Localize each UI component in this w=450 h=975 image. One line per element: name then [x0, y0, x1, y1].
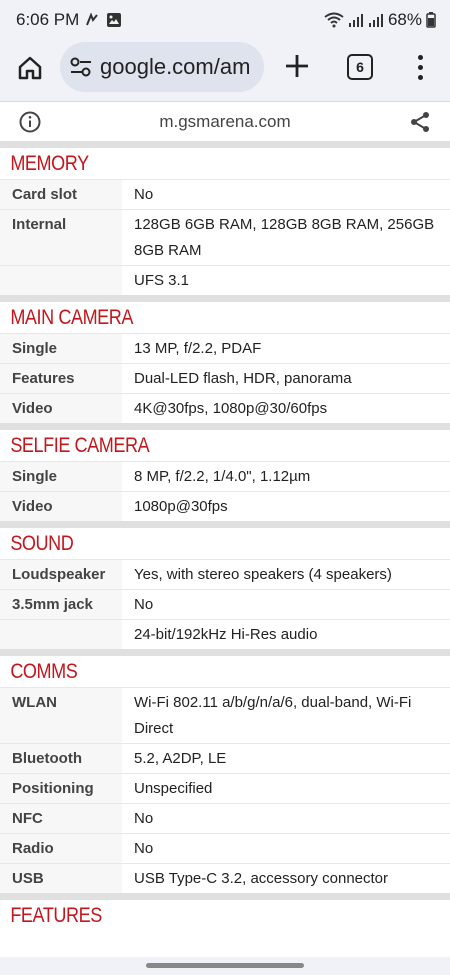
spec-label: Video — [0, 394, 122, 423]
spec-label — [0, 266, 122, 295]
spec-value: Yes, with stereo speakers (4 speakers) — [134, 566, 392, 583]
spec-row: USB USB Type-C 3.2, accessory connector — [0, 863, 450, 893]
spec-label: NFC — [0, 804, 122, 833]
home-icon — [18, 56, 42, 80]
status-time: 6:06 PM — [16, 10, 80, 29]
spec-label: 3.5mm jack — [0, 590, 122, 619]
section-divider — [0, 295, 450, 302]
spec-label: Video — [0, 492, 122, 521]
spec-value: 5.2, A2DP, LE — [134, 750, 227, 767]
spec-row: Single 13 MP, f/2.2, PDAF — [0, 333, 450, 363]
spec-row: Internal 128GB 6GB RAM, 128GB 8GB RAM, 2… — [0, 209, 450, 265]
kebab-dot-icon — [417, 74, 423, 80]
spec-label: Single — [0, 334, 122, 363]
spec-value: 13 MP, f/2.2, PDAF — [134, 340, 262, 357]
spec-row: Positioning Unspecified — [0, 773, 450, 803]
gesture-bar — [0, 957, 450, 975]
status-notification-icons — [86, 12, 122, 28]
spec-row: Single 8 MP, f/2.2, 1/4.0", 1.12µm — [0, 461, 450, 491]
spec-value: UFS 3.1 — [134, 272, 190, 289]
spec-row: Features Dual-LED flash, HDR, panorama — [0, 363, 450, 393]
spec-row: 3.5mm jack No — [0, 589, 450, 619]
spec-value: No — [134, 186, 154, 203]
signal-icon — [368, 14, 383, 27]
spec-row: UFS 3.1 — [0, 265, 450, 295]
status-system-icons: 68% — [324, 10, 436, 30]
section-divider — [0, 141, 450, 148]
spec-row: WLAN Wi-Fi 802.11 a/b/g/n/a/6, dual-band… — [0, 687, 450, 743]
spec-value: Dual-LED flash, HDR, panorama — [134, 370, 352, 387]
spec-value: 1080p@30fps — [134, 498, 228, 515]
spec-value: 8 MP, f/2.2, 1/4.0", 1.12µm — [134, 468, 311, 485]
plus-icon — [286, 55, 308, 77]
spec-label: Positioning — [0, 774, 122, 803]
spec-value: No — [134, 596, 154, 613]
section-divider — [0, 893, 450, 900]
spec-value: 24-bit/192kHz Hi-Res audio — [134, 626, 318, 643]
spec-value: 4K@30fps, 1080p@30/60fps — [134, 400, 328, 417]
wifi-icon — [324, 12, 344, 28]
tab-switcher-button[interactable]: 6 — [347, 54, 373, 80]
spec-row: Video 4K@30fps, 1080p@30/60fps — [0, 393, 450, 423]
spec-label: Radio — [0, 834, 122, 863]
section-title: COMMS — [0, 656, 387, 687]
spec-row: Radio No — [0, 833, 450, 863]
spec-label: Card slot — [0, 180, 122, 209]
spec-value: Unspecified — [134, 780, 213, 797]
spec-label: WLAN — [0, 688, 122, 743]
spec-value: No — [134, 810, 154, 827]
home-button[interactable] — [14, 52, 46, 84]
battery-percent: 68% — [387, 10, 422, 29]
section-divider — [0, 521, 450, 528]
spec-value: 128GB 6GB RAM, 128GB 8GB RAM, 256GB 8GB … — [134, 216, 435, 259]
address-bar[interactable]: google.com/am — [60, 42, 264, 92]
spec-label: Bluetooth — [0, 744, 122, 773]
site-info-bar: m.gsmarena.com — [0, 103, 450, 141]
spec-value: Wi-Fi 802.11 a/b/g/n/a/6, dual-band, Wi-… — [134, 694, 412, 737]
browser-toolbar: google.com/am 6 — [0, 40, 450, 102]
section-title: MEMORY — [0, 148, 387, 179]
section-title: FEATURES — [0, 900, 387, 940]
spec-label: Loudspeaker — [0, 560, 122, 589]
spec-label — [0, 620, 122, 649]
spec-label: USB — [0, 864, 122, 893]
section-title: SOUND — [0, 528, 387, 559]
spec-row: Card slot No — [0, 179, 450, 209]
spec-label: Internal — [0, 210, 122, 265]
section-title: MAIN CAMERA — [0, 302, 387, 333]
section-title: SELFIE CAMERA — [0, 430, 387, 461]
signal-icon — [348, 14, 363, 27]
more-options-button[interactable] — [410, 52, 430, 82]
image-icon — [107, 13, 121, 27]
nfc-icon — [86, 13, 98, 26]
home-gesture-handle[interactable] — [146, 963, 304, 968]
site-domain: m.gsmarena.com — [159, 112, 291, 131]
site-settings-icon[interactable] — [70, 57, 92, 77]
new-tab-button[interactable] — [283, 52, 311, 80]
section-divider — [0, 649, 450, 656]
section-divider — [0, 423, 450, 430]
status-bar: 6:06 PM 68% — [0, 0, 450, 40]
spec-content: MEMORY Card slot No Internal 128GB 6GB R… — [0, 141, 450, 957]
spec-row: Loudspeaker Yes, with stereo speakers (4… — [0, 559, 450, 589]
url-text: google.com/am — [100, 54, 251, 79]
spec-row: 24-bit/192kHz Hi-Res audio — [0, 619, 450, 649]
share-icon[interactable] — [409, 111, 431, 133]
spec-row: Bluetooth 5.2, A2DP, LE — [0, 743, 450, 773]
kebab-dot-icon — [417, 64, 423, 70]
spec-row: Video 1080p@30fps — [0, 491, 450, 521]
spec-label: Features — [0, 364, 122, 393]
spec-value: USB Type-C 3.2, accessory connector — [134, 870, 389, 887]
spec-row: NFC No — [0, 803, 450, 833]
spec-value: No — [134, 840, 154, 857]
battery-icon — [426, 12, 436, 28]
kebab-dot-icon — [417, 54, 423, 60]
spec-label: Single — [0, 462, 122, 491]
